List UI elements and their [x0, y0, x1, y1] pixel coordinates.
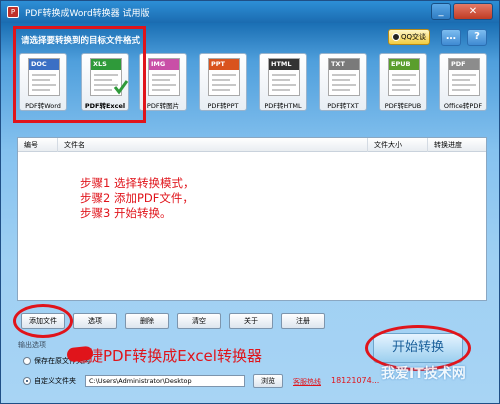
file-icon-line	[152, 79, 170, 81]
about-button[interactable]: 关于	[229, 313, 273, 329]
ppt-file-icon: PPT	[208, 58, 240, 96]
file-icon-line	[332, 89, 350, 91]
file-icon-line	[332, 79, 350, 81]
file-icon-line	[332, 74, 356, 76]
hotline-number: 18121074...	[331, 376, 380, 385]
title-bar[interactable]: P PDF转换成Word转换器 试用版 _ ✕	[1, 1, 499, 23]
file-icon-line	[272, 84, 296, 86]
step-3: 步骤3 开始转换。	[80, 206, 172, 220]
file-icon-line	[392, 84, 416, 86]
file-icon-band: EPUB	[389, 59, 419, 70]
file-list-header: 编号 文件名 文件大小 转换进度	[18, 138, 486, 152]
file-icon-band: IMG	[149, 59, 179, 70]
column-filesize[interactable]: 文件大小	[368, 138, 428, 152]
file-list[interactable]: 编号 文件名 文件大小 转换进度 步骤1 选择转换模式， 步骤2 添加PDF文件…	[17, 137, 487, 301]
column-progress[interactable]: 转换进度	[428, 138, 486, 152]
format-tile-img[interactable]: IMG PDF转图片	[139, 53, 187, 111]
file-icon-line	[212, 74, 236, 76]
format-tile-label: PDF转图片	[146, 102, 180, 110]
help-button[interactable]: ?	[467, 29, 487, 46]
file-icon-line	[452, 84, 476, 86]
file-icon-line	[452, 89, 470, 91]
file-icon-line	[212, 84, 236, 86]
file-icon-line	[332, 84, 356, 86]
format-tile-html[interactable]: HTML PDF转HTML	[259, 53, 307, 111]
file-icon-band: PPT	[209, 59, 239, 70]
register-button[interactable]: 注册	[281, 313, 325, 329]
custom-folder-label: 自定义文件夹	[34, 377, 76, 385]
pdf-file-icon: PDF	[448, 58, 480, 96]
custom-folder-radio[interactable]	[23, 377, 31, 385]
step-1: 步骤1 选择转换模式，	[80, 176, 195, 190]
file-icon-line	[392, 89, 410, 91]
options-button[interactable]: 选项	[73, 313, 117, 329]
qq-penguin-icon	[392, 33, 400, 41]
html-file-icon: HTML	[268, 58, 300, 96]
product-banner: 迅捷PDF转换成Excel转换器	[73, 347, 262, 365]
qq-chat-label: QQ交谈	[401, 33, 427, 41]
format-tile-label: Office转PDF	[443, 102, 483, 110]
delete-button[interactable]: 删除	[125, 313, 169, 329]
minimize-button[interactable]: _	[431, 3, 451, 20]
chat-bubble-button[interactable]: …	[441, 29, 461, 46]
app-window: P PDF转换成Word转换器 试用版 _ ✕ 请选择要转换到的目标文件格式 Q…	[0, 0, 500, 404]
format-tile-pdf[interactable]: PDF Office转PDF	[439, 53, 487, 111]
file-icon-line	[212, 89, 230, 91]
file-icon-line	[272, 89, 290, 91]
file-icon-line	[272, 74, 296, 76]
clear-button[interactable]: 清空	[177, 313, 221, 329]
file-icon-band: PDF	[449, 59, 479, 70]
file-icon-line	[452, 74, 476, 76]
file-icon-line	[152, 74, 176, 76]
browse-button[interactable]: 浏览	[253, 374, 283, 388]
file-icon-line	[392, 79, 410, 81]
output-path-input[interactable]: C:\Users\Administrator\Desktop	[85, 375, 245, 387]
annotation-frame	[13, 26, 146, 123]
file-icon-line	[392, 74, 416, 76]
steps-annotation: 步骤1 选择转换模式， 步骤2 添加PDF文件， 步骤3 开始转换。	[80, 176, 194, 221]
window-title: PDF转换成Word转换器 试用版	[25, 9, 150, 19]
hotline-link[interactable]: 客服热线	[293, 377, 321, 387]
txt-file-icon: TXT	[328, 58, 360, 96]
save-original-radio[interactable]	[23, 357, 31, 365]
annotation-oval-add	[13, 304, 73, 338]
format-tile-label: PDF转TXT	[327, 102, 359, 110]
format-tile-epub[interactable]: EPUB PDF转EPUB	[379, 53, 427, 111]
file-icon-band: TXT	[329, 59, 359, 70]
format-tile-txt[interactable]: TXT PDF转TXT	[319, 53, 367, 111]
column-filename[interactable]: 文件名	[58, 138, 368, 152]
epub-file-icon: EPUB	[388, 58, 420, 96]
file-icon-line	[212, 79, 230, 81]
site-watermark: 我爱IT技术网	[381, 366, 466, 382]
step-2: 步骤2 添加PDF文件，	[80, 191, 194, 205]
format-tile-ppt[interactable]: PPT PDF转PPT	[199, 53, 247, 111]
column-index[interactable]: 编号	[18, 138, 58, 152]
close-button[interactable]: ✕	[453, 3, 493, 20]
output-section-title: 输出选项	[18, 341, 46, 349]
file-icon-line	[272, 79, 290, 81]
qq-chat-button[interactable]: QQ交谈	[388, 29, 430, 45]
app-logo-icon: P	[7, 6, 19, 18]
file-icon-line	[152, 84, 176, 86]
file-icon-band: HTML	[269, 59, 299, 70]
file-icon-line	[152, 89, 170, 91]
format-tile-label: PDF转HTML	[264, 102, 302, 110]
format-tile-label: PDF转EPUB	[384, 102, 422, 110]
file-icon-line	[452, 79, 470, 81]
img-file-icon: IMG	[148, 58, 180, 96]
format-tile-label: PDF转PPT	[207, 102, 239, 110]
